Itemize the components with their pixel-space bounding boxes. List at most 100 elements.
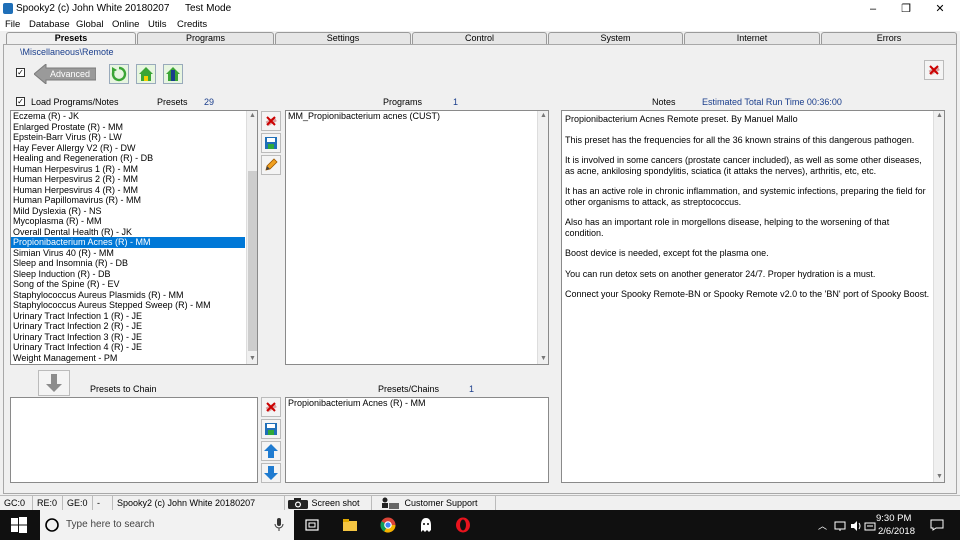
user-home-icon — [166, 67, 180, 81]
edit-program-button[interactable] — [261, 155, 281, 175]
list-item[interactable]: Healing and Regeneration (R) - DB — [11, 153, 245, 164]
presets-scrollbar[interactable]: ▲ ▼ — [246, 111, 257, 364]
delete-program-button[interactable] — [261, 111, 281, 131]
list-item[interactable]: Staphylococcus Aureus Stepped Sweep (R) … — [11, 300, 245, 311]
presets-scroll-thumb[interactable] — [248, 171, 257, 351]
windows-start-icon[interactable] — [11, 517, 27, 533]
add-to-chain-button[interactable] — [38, 370, 70, 396]
language-icon[interactable] — [864, 520, 876, 532]
list-item[interactable]: Human Papillomavirus (R) - MM — [11, 195, 245, 206]
notes-paragraph: It has an active role in chronic inflamm… — [565, 186, 926, 207]
programs-list[interactable]: MM_Propionibacterium acnes (CUST) ▲ ▼ — [285, 110, 549, 365]
file-explorer-icon[interactable] — [342, 517, 358, 533]
window-title: Spooky2 (c) John White 20180207 — [16, 3, 170, 14]
move-down-button[interactable] — [261, 463, 281, 483]
list-item[interactable]: Epstein-Barr Virus (R) - LW — [11, 132, 245, 143]
advanced-checkbox[interactable]: ✓ — [16, 68, 25, 77]
erase-notes-button[interactable] — [924, 60, 944, 80]
menu-online[interactable]: Online — [112, 19, 139, 30]
taskbar-search[interactable]: Type here to search — [40, 510, 294, 540]
volume-icon[interactable] — [850, 520, 862, 532]
list-item[interactable]: Propionibacterium Acnes (R) - MM — [11, 237, 245, 248]
list-item[interactable]: Weight Management - PM — [11, 353, 245, 364]
list-item[interactable]: Mild Dyslexia (R) - NS — [11, 206, 245, 217]
presets-chains-list[interactable]: Propionibacterium Acnes (R) - MM — [285, 397, 549, 483]
notes-paragraph: Propionibacterium Acnes Remote preset. B… — [565, 114, 798, 124]
list-item[interactable]: Mycoplasma (R) - MM — [11, 216, 245, 227]
customer-support-label: Customer Support — [404, 498, 478, 508]
notes-label: Notes — [652, 97, 676, 107]
presets-chains-label: Presets/Chains — [378, 384, 440, 394]
list-item[interactable]: Sleep Induction (R) - DB — [11, 269, 245, 280]
list-item[interactable]: Propionibacterium Acnes (R) - MM — [286, 398, 548, 409]
list-item[interactable]: Urinary Tract Infection 1 (R) - JE — [11, 311, 245, 322]
chrome-icon[interactable] — [380, 517, 396, 533]
opera-icon[interactable] — [455, 517, 471, 533]
list-item[interactable]: Enlarged Prostate (R) - MM — [11, 122, 245, 133]
list-item[interactable]: Eczema (R) - JK — [11, 111, 245, 122]
programs-scrollbar[interactable]: ▲ ▼ — [537, 111, 548, 364]
presets-to-chain-list[interactable] — [10, 397, 258, 483]
task-view-icon[interactable] — [304, 517, 320, 533]
tab-settings[interactable]: Settings — [275, 32, 411, 44]
mode-label: Test Mode — [185, 3, 232, 14]
list-item[interactable]: Human Herpesvirus 4 (R) - MM — [11, 185, 245, 196]
menu-global[interactable]: Global — [76, 19, 103, 30]
notes-paragraph: Connect your Spooky Remote-BN or Spooky … — [565, 289, 930, 299]
user-home-button[interactable] — [163, 64, 183, 84]
list-item[interactable]: Sleep and Insomnia (R) - DB — [11, 258, 245, 269]
advanced-label: Advanced — [50, 69, 91, 79]
list-item[interactable]: Human Herpesvirus 1 (R) - MM — [11, 164, 245, 175]
move-up-button[interactable] — [261, 441, 281, 461]
menu-database[interactable]: Database — [29, 19, 70, 30]
list-item[interactable]: Human Herpesvirus 2 (R) - MM — [11, 174, 245, 185]
network-icon[interactable] — [834, 520, 846, 532]
spooky-taskbar-icon[interactable] — [418, 517, 434, 533]
list-item[interactable]: Hay Fever Allergy V2 (R) - DW — [11, 143, 245, 154]
arrow-down-icon — [264, 466, 278, 480]
list-item[interactable]: MM_Propionibacterium acnes (CUST) — [286, 111, 536, 122]
list-item[interactable]: Urinary Tract Infection 2 (R) - JE — [11, 321, 245, 332]
arrow-up-icon — [264, 444, 278, 458]
customer-support-button[interactable]: Customer Support — [372, 496, 496, 511]
list-item[interactable]: Staphylococcus Aureus Plasmids (R) - MM — [11, 290, 245, 301]
menu-file[interactable]: File — [5, 19, 20, 30]
screenshot-label: Screen shot — [311, 498, 360, 508]
notes-panel[interactable]: Propionibacterium Acnes Remote preset. B… — [561, 110, 945, 483]
delete-chain-button[interactable] — [261, 397, 281, 417]
tab-internet[interactable]: Internet — [684, 32, 820, 44]
presets-count: 29 — [204, 97, 215, 107]
taskbar-time[interactable]: 9:30 PM — [876, 513, 911, 524]
advanced-back-button[interactable]: Advanced — [33, 62, 97, 86]
search-placeholder: Type here to search — [66, 519, 155, 530]
tray-chevron-icon[interactable]: ︿ — [818, 519, 827, 532]
menu-credits[interactable]: Credits — [177, 19, 207, 30]
save-chain-button[interactable] — [261, 419, 281, 439]
list-item[interactable]: Overall Dental Health (R) - JK — [11, 227, 245, 238]
restore-button[interactable]: ❐ — [890, 0, 922, 18]
close-button[interactable]: ✕ — [924, 0, 956, 18]
taskbar-date[interactable]: 2/6/2018 — [878, 526, 915, 537]
load-programs-checkbox[interactable]: ✓ — [16, 97, 25, 106]
tab-system[interactable]: System — [548, 32, 683, 44]
notes-scrollbar[interactable]: ▲ ▼ — [933, 111, 944, 482]
list-item[interactable]: Urinary Tract Infection 4 (R) - JE — [11, 342, 245, 353]
list-item[interactable]: Urinary Tract Infection 3 (R) - JE — [11, 332, 245, 343]
minimize-button[interactable]: – — [857, 0, 889, 18]
menu-utils[interactable]: Utils — [148, 19, 166, 30]
list-item[interactable]: Simian Virus 40 (R) - MM — [11, 248, 245, 259]
save-program-button[interactable] — [261, 133, 281, 153]
screenshot-button[interactable]: Screen shot — [285, 496, 372, 511]
presets-list[interactable]: Eczema (R) - JK Enlarged Prostate (R) - M… — [10, 110, 258, 365]
tab-errors[interactable]: Errors — [821, 32, 957, 44]
refresh-button[interactable] — [109, 64, 129, 84]
title-bar: Spooky2 (c) John White 20180207 Test Mod… — [0, 0, 960, 18]
list-item[interactable]: Song of the Spine (R) - EV — [11, 279, 245, 290]
programs-label: Programs — [383, 97, 423, 107]
tab-programs[interactable]: Programs — [137, 32, 274, 44]
notifications-icon[interactable] — [930, 519, 944, 531]
notes-paragraph: It is involved in some cancers (prostate… — [565, 155, 922, 176]
tab-control[interactable]: Control — [412, 32, 547, 44]
home-button[interactable] — [136, 64, 156, 84]
presets-chains-count: 1 — [469, 384, 475, 394]
